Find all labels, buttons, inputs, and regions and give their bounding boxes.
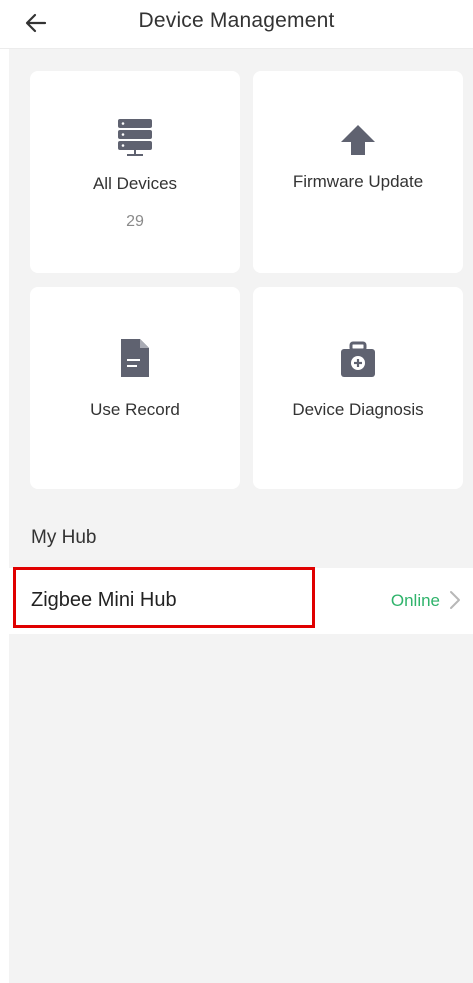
- card-label: Device Diagnosis: [292, 400, 424, 419]
- highlight-box: [13, 567, 315, 628]
- content-area: All Devices 29 Firmware Update Use Recor…: [9, 49, 473, 983]
- my-hub-section-title: My Hub: [31, 527, 97, 548]
- server-stack-icon: [118, 119, 152, 156]
- document-icon: [121, 339, 149, 377]
- card-label: Firmware Update: [292, 172, 424, 191]
- device-count: 29: [126, 213, 144, 230]
- hub-status: Online: [390, 591, 440, 610]
- firmware-update-card[interactable]: Firmware Update: [253, 71, 463, 273]
- upload-arrow-icon: [341, 125, 375, 155]
- medical-kit-icon: [341, 341, 375, 377]
- device-diagnosis-card[interactable]: Device Diagnosis: [253, 287, 463, 489]
- use-record-card[interactable]: Use Record: [30, 287, 240, 489]
- top-bar: Device Management: [0, 0, 473, 49]
- page-title: Device Management: [138, 9, 335, 32]
- all-devices-card[interactable]: All Devices 29: [30, 71, 240, 273]
- chevron-right-icon: [450, 591, 460, 609]
- device-management-screen: Device Management All Devices 29 Firmwar…: [0, 0, 473, 983]
- card-label: All Devices: [92, 174, 178, 193]
- card-label: Use Record: [90, 400, 180, 419]
